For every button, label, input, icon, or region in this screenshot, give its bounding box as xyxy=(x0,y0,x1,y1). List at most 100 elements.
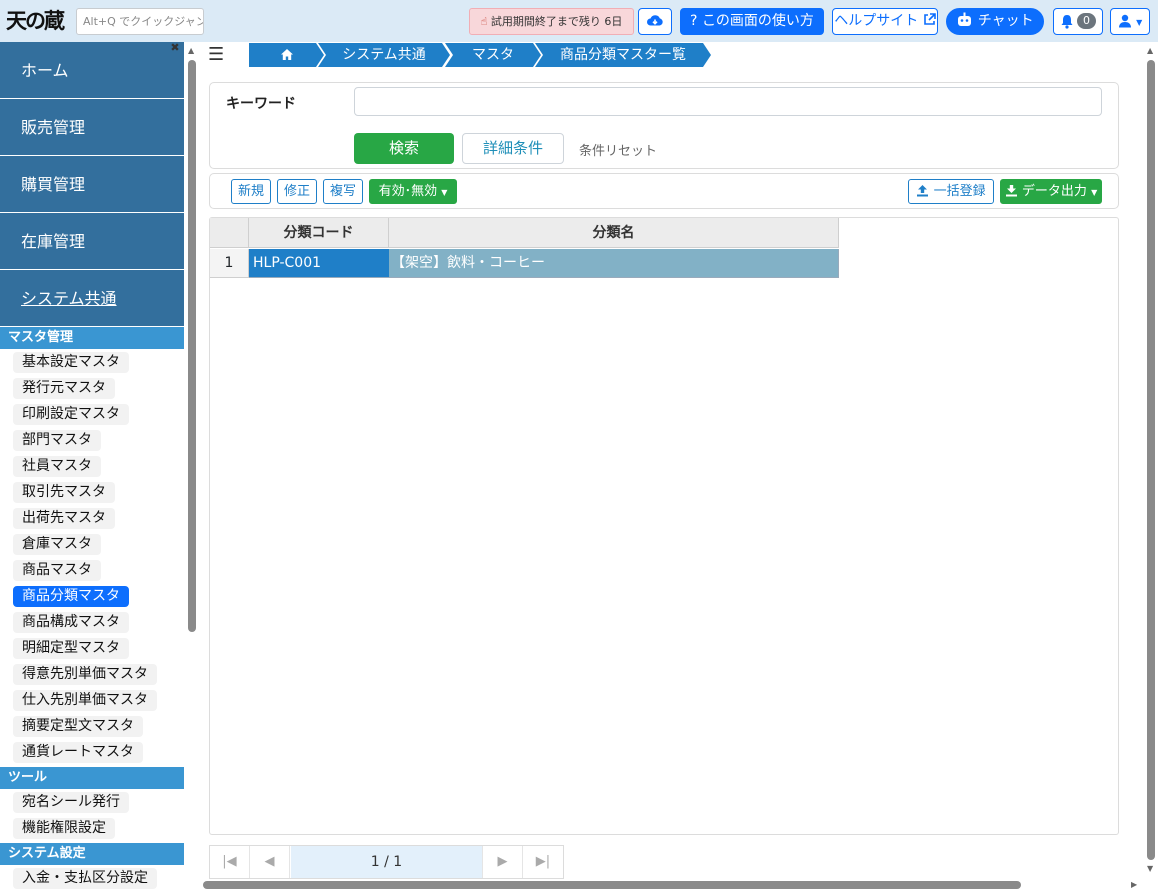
sidebar-item-address-label[interactable]: 宛名シール発行 xyxy=(0,789,184,815)
nav-inventory[interactable]: 在庫管理 xyxy=(0,213,184,270)
valid-toggle-dropdown[interactable]: 有効･無効 ▼ xyxy=(369,179,457,204)
screen-help-button[interactable]: ? この画面の使い方 xyxy=(680,8,824,35)
caret-down-icon: ▼ xyxy=(1136,18,1143,27)
sidebar-item-label: 明細定型マスタ xyxy=(13,638,129,659)
sidebar-item-label: 出荷先マスタ xyxy=(13,508,115,529)
breadcrumb-system-common[interactable]: システム共通 xyxy=(318,43,450,67)
hamburger-menu-icon[interactable]: ☰ xyxy=(208,46,226,64)
scrollbar-thumb[interactable] xyxy=(1147,60,1155,860)
sidebar: ホーム 販売管理 購買管理 在庫管理 システム共通 マスタ管理 基本設定マスタ … xyxy=(0,42,184,892)
nav-home[interactable]: ホーム xyxy=(0,42,184,99)
nav-sales[interactable]: 販売管理 xyxy=(0,99,184,156)
app-logo[interactable]: 天の蔵 xyxy=(6,5,70,37)
breadcrumb-home[interactable] xyxy=(249,43,324,67)
category-code-cell[interactable]: HLP-C001 xyxy=(249,249,389,278)
sidebar-item-supplier-price[interactable]: 仕入先別単価マスタ xyxy=(0,687,184,713)
bulk-register-button[interactable]: 一括登録 xyxy=(908,179,994,204)
trial-notice[interactable]: ☝ 試用期間終了まで残り 6日 xyxy=(469,8,634,35)
column-header-category-name[interactable]: 分類名 xyxy=(389,218,839,248)
copy-button[interactable]: 複写 xyxy=(323,179,363,204)
grid-corner-header xyxy=(210,218,249,248)
sidebar-item-label: 商品構成マスタ xyxy=(13,612,129,633)
scrollbar-thumb[interactable] xyxy=(203,881,1021,889)
notification-count: 0 xyxy=(1077,13,1096,29)
scroll-right-arrow[interactable]: ▶ xyxy=(1131,880,1137,890)
action-toolbar: 新規 修正 複写 有効･無効 ▼ 一括登録 データ出力 ▼ xyxy=(209,173,1119,209)
first-page-icon[interactable]: |◀ xyxy=(210,846,250,878)
scroll-up-arrow[interactable]: ▲ xyxy=(188,46,194,56)
sidebar-item-payment-category[interactable]: 入金・支払区分設定 xyxy=(0,865,184,891)
sidebar-item-permissions[interactable]: 機能権限設定 xyxy=(0,815,184,841)
horizontal-scrollbar[interactable]: ▶ xyxy=(199,878,1144,892)
sidebar-item-product-category[interactable]: 商品分類マスタ xyxy=(0,583,184,609)
section-system-settings: システム設定 xyxy=(0,843,184,865)
row-number-cell: 1 xyxy=(210,249,249,278)
keyword-label: キーワード xyxy=(226,96,296,112)
sidebar-item-customer-price[interactable]: 得意先別単価マスタ xyxy=(0,661,184,687)
search-panel: キーワード 検索 詳細条件 条件リセット xyxy=(209,82,1119,169)
sidebar-item-label: 宛名シール発行 xyxy=(13,792,129,813)
content-scrollbar[interactable]: ▲ ▼ xyxy=(1144,42,1158,880)
detail-conditions-button[interactable]: 詳細条件 xyxy=(462,133,564,164)
sidebar-item-product-composition[interactable]: 商品構成マスタ xyxy=(0,609,184,635)
scroll-up-arrow[interactable]: ▲ xyxy=(1147,46,1153,56)
sidebar-item-label: 社員マスタ xyxy=(13,456,101,477)
keyword-input[interactable] xyxy=(354,87,1102,116)
prev-page-icon[interactable]: ◀ xyxy=(250,846,290,878)
sidebar-scrollbar[interactable]: ▲ xyxy=(185,42,199,880)
sidebar-item-shipping-destination[interactable]: 出荷先マスタ xyxy=(0,505,184,531)
edit-button[interactable]: 修正 xyxy=(277,179,317,204)
export-label: データ出力 xyxy=(1021,184,1087,199)
sidebar-item-print-settings[interactable]: 印刷設定マスタ xyxy=(0,401,184,427)
sidebar-item-employee[interactable]: 社員マスタ xyxy=(0,453,184,479)
sidebar-item-label: 得意先別単価マスタ xyxy=(13,664,157,685)
chat-button[interactable]: チャット xyxy=(946,8,1044,35)
sidebar-item-label: 通貨レートマスタ xyxy=(13,742,143,763)
top-bar: 天の蔵 Alt+Q でクイックジャンプ ☝ 試用期間終了まで残り 6日 ? この… xyxy=(0,0,1158,42)
sidebar-item-label: 印刷設定マスタ xyxy=(13,404,129,425)
breadcrumb-current: 商品分類マスター覧 xyxy=(535,43,711,67)
user-menu-button[interactable]: ▼ xyxy=(1110,8,1150,35)
scroll-down-arrow[interactable]: ▼ xyxy=(1147,864,1153,874)
sidebar-item-detail-template[interactable]: 明細定型マスタ xyxy=(0,635,184,661)
notification-button[interactable]: 0 xyxy=(1053,8,1103,35)
nav-purchasing[interactable]: 購買管理 xyxy=(0,156,184,213)
sidebar-item-warehouse[interactable]: 倉庫マスタ xyxy=(0,531,184,557)
search-button[interactable]: 検索 xyxy=(354,133,454,164)
scrollbar-thumb[interactable] xyxy=(188,60,196,632)
sidebar-item-department[interactable]: 部門マスタ xyxy=(0,427,184,453)
sidebar-item-label: 商品分類マスタ xyxy=(13,586,129,607)
export-dropdown[interactable]: データ出力 ▼ xyxy=(1000,179,1102,204)
next-page-icon[interactable]: ▶ xyxy=(483,846,523,878)
chat-label: チャット xyxy=(977,13,1034,29)
quick-jump-input[interactable]: Alt+Q でクイックジャンプ xyxy=(76,8,204,35)
new-button[interactable]: 新規 xyxy=(231,179,271,204)
download-button[interactable] xyxy=(638,8,672,35)
category-name-cell[interactable]: 【架空】飲料・コーヒー xyxy=(389,249,839,278)
sidebar-item-summary-template[interactable]: 摘要定型文マスタ xyxy=(0,713,184,739)
sidebar-item-issuer[interactable]: 発行元マスタ xyxy=(0,375,184,401)
sidebar-item-label: 部門マスタ xyxy=(13,430,101,451)
section-master: マスタ管理 xyxy=(0,327,184,349)
last-page-icon[interactable]: ▶| xyxy=(523,846,563,878)
cloud-download-icon xyxy=(647,15,663,26)
pin-icon[interactable]: ✖ xyxy=(166,42,184,56)
nav-system-common[interactable]: システム共通 xyxy=(0,270,184,327)
breadcrumb-master[interactable]: マスタ xyxy=(445,43,541,67)
sidebar-item-currency-rate[interactable]: 通貨レートマスタ xyxy=(0,739,184,765)
sidebar-item-label: 仕入先別単価マスタ xyxy=(13,690,157,711)
user-icon xyxy=(1118,14,1131,28)
sidebar-item-business-partner[interactable]: 取引先マスタ xyxy=(0,479,184,505)
help-site-button[interactable]: ヘルプサイト xyxy=(832,8,938,35)
sidebar-item-label: 取引先マスタ xyxy=(13,482,115,503)
sidebar-item-basic-settings[interactable]: 基本設定マスタ xyxy=(0,349,184,375)
download-icon xyxy=(1005,185,1017,197)
sidebar-item-label: 摘要定型文マスタ xyxy=(13,716,143,737)
reset-conditions-link[interactable]: 条件リセット xyxy=(579,140,657,159)
help-site-label: ヘルプサイト xyxy=(834,13,919,29)
caret-down-icon: ▼ xyxy=(441,188,448,197)
sidebar-item-product[interactable]: 商品マスタ xyxy=(0,557,184,583)
column-header-category-code[interactable]: 分類コード xyxy=(249,218,389,248)
sidebar-item-label: 機能権限設定 xyxy=(13,818,115,839)
upload-icon xyxy=(917,185,929,197)
